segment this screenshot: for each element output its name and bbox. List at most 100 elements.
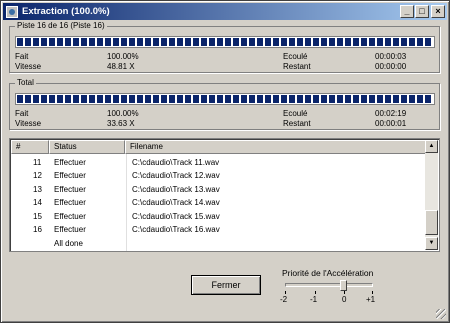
progress-segment (185, 38, 191, 46)
progress-segment (145, 95, 151, 103)
tick-mark (344, 291, 345, 294)
total-remaining-label: Restant (283, 119, 311, 128)
scroll-up-button[interactable]: ▲ (425, 140, 438, 153)
progress-segment (73, 38, 79, 46)
app-icon (6, 5, 18, 18)
progress-segment (241, 95, 247, 103)
progress-segment (185, 95, 191, 103)
progress-segment (97, 38, 103, 46)
vertical-scrollbar[interactable]: ▲ ▼ (425, 140, 438, 250)
row-filename: C:\cdaudio\Track 15.wav (132, 212, 220, 221)
track-done-label: Fait (15, 52, 29, 61)
column-header-status[interactable]: Status (49, 140, 125, 154)
total-progress-group: Total Fait 100.00% Ecoulé 00:02:19 Vites… (9, 78, 440, 130)
progress-segment (137, 95, 143, 103)
progress-segment (321, 38, 327, 46)
track-remaining-value: 00:00:00 (375, 62, 407, 71)
progress-segment (425, 95, 431, 103)
progress-segment (201, 95, 207, 103)
progress-segment (113, 38, 119, 46)
progress-segment (297, 95, 303, 103)
total-speed-value: 33.63 X (107, 119, 135, 128)
progress-segment (297, 38, 303, 46)
title-bar[interactable]: Extraction (100.0%) _ □ × (3, 3, 447, 20)
progress-segment (313, 95, 319, 103)
progress-segment (417, 38, 423, 46)
row-filename: C:\cdaudio\Track 16.wav (132, 225, 220, 234)
extraction-window: Extraction (100.0%) _ □ × Piste 16 de 16… (0, 0, 450, 323)
priority-slider-thumb[interactable] (340, 280, 347, 291)
row-filename: C:\cdaudio\Track 14.wav (132, 198, 220, 207)
progress-segment (217, 95, 223, 103)
track-list[interactable]: # Status Filename 11 Effectuer C:\cdaudi… (9, 138, 440, 252)
progress-segment (337, 38, 343, 46)
scroll-thumb[interactable] (425, 210, 438, 235)
progress-segment (81, 95, 87, 103)
progress-segment (329, 38, 335, 46)
progress-segment (17, 38, 23, 46)
row-number: 15 (33, 212, 42, 221)
progress-segment (289, 38, 295, 46)
progress-segment (129, 38, 135, 46)
row-status: Effectuer (54, 158, 86, 167)
tick-label: 0 (342, 295, 347, 304)
progress-segment (161, 95, 167, 103)
progress-segment (369, 95, 375, 103)
column-header-number[interactable]: # (11, 140, 49, 154)
progress-segment (393, 38, 399, 46)
progress-segment (177, 95, 183, 103)
total-remaining-value: 00:00:01 (375, 119, 407, 128)
progress-segment (361, 38, 367, 46)
track-progress-group: Piste 16 de 16 (Piste 16) Fait 100.00% E… (9, 21, 440, 73)
progress-segment (233, 38, 239, 46)
priority-slider-track[interactable] (285, 283, 373, 287)
scroll-down-button[interactable]: ▼ (425, 237, 438, 250)
track-speed-value: 48.81 X (107, 62, 135, 71)
progress-segment (385, 95, 391, 103)
progress-segment (257, 38, 263, 46)
progress-segment (49, 38, 55, 46)
progress-segment (169, 95, 175, 103)
row-number: 11 (33, 158, 42, 167)
priority-label: Priorité de l'Accélération (282, 268, 374, 278)
progress-segment (153, 95, 159, 103)
total-done-label: Fait (15, 109, 29, 118)
progress-segment (33, 95, 39, 103)
progress-segment (217, 38, 223, 46)
track-speed-label: Vitesse (15, 62, 42, 71)
progress-segment (145, 38, 151, 46)
progress-segment (129, 95, 135, 103)
row-number: 13 (33, 185, 42, 194)
progress-segment (89, 95, 95, 103)
progress-segment (385, 38, 391, 46)
progress-segment (65, 38, 71, 46)
progress-segment (41, 38, 47, 46)
total-done-value: 100.00% (107, 109, 139, 118)
row-status: All done (54, 239, 83, 248)
column-divider (126, 154, 127, 251)
progress-segment (281, 95, 287, 103)
total-group-label: Total (15, 78, 36, 87)
maximize-button[interactable]: □ (415, 5, 429, 18)
progress-segment (265, 95, 271, 103)
track-elapsed-value: 00:00:03 (375, 52, 407, 61)
resize-grip[interactable] (436, 309, 446, 319)
progress-segment (249, 38, 255, 46)
tick-label: -2 (280, 295, 288, 304)
progress-segment (377, 38, 383, 46)
progress-segment (417, 95, 423, 103)
column-header-filename[interactable]: Filename (125, 140, 426, 154)
progress-segment (57, 95, 63, 103)
progress-segment (337, 95, 343, 103)
progress-segment (209, 38, 215, 46)
progress-segment (273, 95, 279, 103)
minimize-button[interactable]: _ (400, 5, 414, 18)
progress-segment (193, 95, 199, 103)
close-button[interactable]: Fermer (191, 275, 261, 295)
progress-segment (65, 95, 71, 103)
progress-segment (33, 38, 39, 46)
progress-segment (377, 95, 383, 103)
progress-segment (321, 95, 327, 103)
progress-segment (97, 95, 103, 103)
close-window-button[interactable]: × (431, 5, 445, 18)
